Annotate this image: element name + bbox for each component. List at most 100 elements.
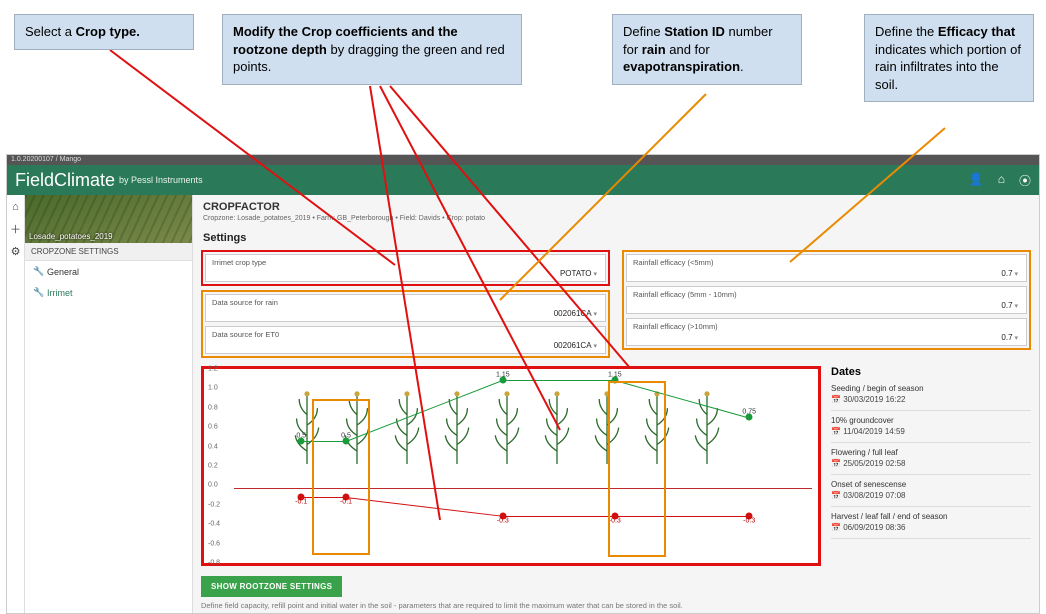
field-efficacy-5-10[interactable]: Rainfall efficacy (5mm - 10mm) 0.7 (626, 286, 1027, 314)
y-tick: 0.4 (208, 443, 218, 450)
window-titlebar: 1.0.20200107 / Mango (7, 155, 1039, 165)
field-rain-source[interactable]: Data source for rain 002061CA (205, 294, 606, 322)
date-label: Flowering / full leaf (831, 448, 1031, 457)
point-label: 0.75 (742, 409, 756, 416)
field-value: POTATO (212, 267, 599, 278)
breadcrumb-path: Cropzone: Losade_potatoes_2019 • Farm: G… (203, 215, 1029, 222)
user-icon[interactable]: 👤 (969, 172, 984, 189)
date-block[interactable]: Onset of senescense 03/08/2019 07:08 (831, 480, 1031, 500)
callout-coefficients: Modify the Crop coefficients and the roo… (222, 14, 522, 85)
highlight-efficacy: Rainfall efficacy (<5mm) 0.7 Rainfall ef… (622, 250, 1031, 350)
settings-grid: Irrimet crop type POTATO Data source for… (201, 250, 1031, 358)
chart-and-dates: 1.2 1.0 0.8 0.6 0.4 0.2 0.0 -0.2 -0.4 -0.6 -0.8 0.… (201, 366, 1031, 566)
sidebar-item-label: General (47, 267, 79, 277)
gear-icon[interactable]: ⚙ (11, 245, 21, 258)
field-label: Data source for rain (212, 298, 599, 307)
page-title: CROPFACTOR (203, 201, 1029, 213)
date-label: Harvest / leaf fall / end of season (831, 512, 1031, 521)
house-icon[interactable]: ⌂ (12, 201, 19, 213)
plant-icon (444, 386, 470, 476)
y-tick: -0.2 (208, 501, 220, 508)
point-label: -0.3 (743, 517, 755, 524)
field-label: Data source for ET0 (212, 330, 599, 339)
vertical-toolstrip: ⌂ ＋ ⚙ (7, 195, 25, 613)
date-block[interactable]: Flowering / full leaf 25/05/2019 02:58 (831, 448, 1031, 468)
date-label: Seeding / begin of season (831, 384, 1031, 393)
point-label: 1.15 (496, 371, 510, 378)
dates-panel: Dates Seeding / begin of season30/03/201… (831, 366, 1031, 566)
field-label: Irrimet crop type (212, 258, 599, 267)
date-block[interactable]: 10% groundcover 11/04/2019 14:59 (831, 416, 1031, 436)
sidebar: Losade_potatoes_2019 CROPZONE SETTINGS 🔧… (25, 195, 193, 613)
cropzone-thumbnail[interactable]: Losade_potatoes_2019 (25, 195, 192, 243)
field-et0-source[interactable]: Data source for ET0 002061CA (205, 326, 606, 354)
settings-left-col: Irrimet crop type POTATO Data source for… (201, 250, 610, 358)
point-label: 1.15 (608, 371, 622, 378)
sidebar-item-label: Irrimet (47, 288, 73, 298)
y-axis: 1.21.00.80.60.40.20.0-0.2-0.4-0.6-0.8 (208, 369, 232, 563)
y-tick: 1.2 (208, 366, 218, 373)
y-tick: -0.8 (208, 560, 220, 567)
field-value: 002061CA (212, 339, 599, 350)
point-label: -0.1 (295, 499, 307, 506)
highlight-data-sources: Data source for rain 002061CA Data sourc… (201, 290, 610, 358)
brand-bar: FieldClimate by Pessl Instruments 👤 ⌂ ⦿ (7, 165, 1039, 195)
date-value: 11/04/2019 14:59 (831, 427, 1031, 436)
y-tick: -0.4 (208, 521, 220, 528)
app-window: 1.0.20200107 / Mango FieldClimate by Pes… (6, 154, 1040, 614)
field-crop-type[interactable]: Irrimet crop type POTATO (205, 254, 606, 282)
plant-icon (394, 386, 420, 476)
wrench-icon: 🔧 (33, 266, 41, 277)
field-efficacy-gt10[interactable]: Rainfall efficacy (>10mm) 0.7 (626, 318, 1027, 346)
point-label: 0.5 (296, 432, 306, 439)
field-label: Rainfall efficacy (>10mm) (633, 322, 1020, 331)
callout-station-id: Define Station ID number for rain and fo… (612, 14, 802, 85)
brand-subtitle: by Pessl Instruments (119, 175, 203, 185)
date-value: 25/05/2019 02:58 (831, 459, 1031, 468)
show-rootzone-button[interactable]: SHOW ROOTZONE SETTINGS (201, 576, 342, 597)
field-label: Rainfall efficacy (<5mm) (633, 258, 1020, 267)
breadcrumb: CROPFACTOR Cropzone: Losade_potatoes_201… (201, 195, 1031, 224)
plant-icon (494, 386, 520, 476)
date-value: 03/08/2019 07:08 (831, 491, 1031, 500)
callout-efficacy: Define the Efficacy that indicates which… (864, 14, 1034, 102)
crop-coefficient-chart[interactable]: 1.2 1.0 0.8 0.6 0.4 0.2 0.0 -0.2 -0.4 -0.6 -0.8 0.… (201, 366, 821, 566)
plant-icon (544, 386, 570, 476)
date-value: 30/03/2019 16:22 (831, 395, 1031, 404)
point-label: -0.3 (497, 517, 509, 524)
settings-heading: Settings (203, 232, 1029, 244)
date-block[interactable]: Seeding / begin of season 30/03/2019 16:2… (831, 384, 1031, 404)
wrench-icon: 🔧 (33, 287, 41, 298)
field-value: 0.7 (633, 299, 1020, 310)
y-tick: -0.6 (208, 540, 220, 547)
signal-icon[interactable]: ⦿ (1019, 172, 1031, 189)
date-label: 10% groundcover (831, 416, 1031, 425)
rootzone-hint: Define field capacity, refill point and … (201, 601, 1031, 610)
y-tick: 0.2 (208, 463, 218, 470)
home-icon[interactable]: ⌂ (998, 172, 1005, 189)
y-tick: 0.0 (208, 482, 218, 489)
y-tick: 1.0 (208, 385, 218, 392)
main-panel: CROPFACTOR Cropzone: Losade_potatoes_201… (193, 195, 1039, 613)
settings-right-col: Rainfall efficacy (<5mm) 0.7 Rainfall ef… (622, 250, 1031, 358)
orange-selection-left (312, 399, 370, 555)
highlight-crop-type: Irrimet crop type POTATO (201, 250, 610, 286)
field-value: 002061CA (212, 307, 599, 318)
cropzone-caption: Losade_potatoes_2019 (29, 232, 113, 241)
orange-selection-right (608, 381, 666, 557)
sidebar-heading: CROPZONE SETTINGS (25, 243, 192, 261)
brandbar-right: 👤 ⌂ ⦿ (969, 172, 1031, 189)
plant-icon (694, 386, 720, 476)
y-tick: 0.8 (208, 404, 218, 411)
date-label: Onset of senescense (831, 480, 1031, 489)
sidebar-item-irrimet[interactable]: 🔧 Irrimet (25, 282, 192, 303)
date-value: 06/09/2019 08:36 (831, 523, 1031, 532)
sidebar-item-general[interactable]: 🔧 General (25, 261, 192, 282)
date-block[interactable]: Harvest / leaf fall / end of season 06/09… (831, 512, 1031, 532)
plus-icon[interactable]: ＋ (10, 221, 21, 237)
field-value: 0.7 (633, 331, 1020, 342)
field-efficacy-lt5[interactable]: Rainfall efficacy (<5mm) 0.7 (626, 254, 1027, 282)
brand-logo: FieldClimate (15, 170, 115, 191)
y-tick: 0.6 (208, 424, 218, 431)
callout-crop-type: Select a Crop type. (14, 14, 194, 50)
